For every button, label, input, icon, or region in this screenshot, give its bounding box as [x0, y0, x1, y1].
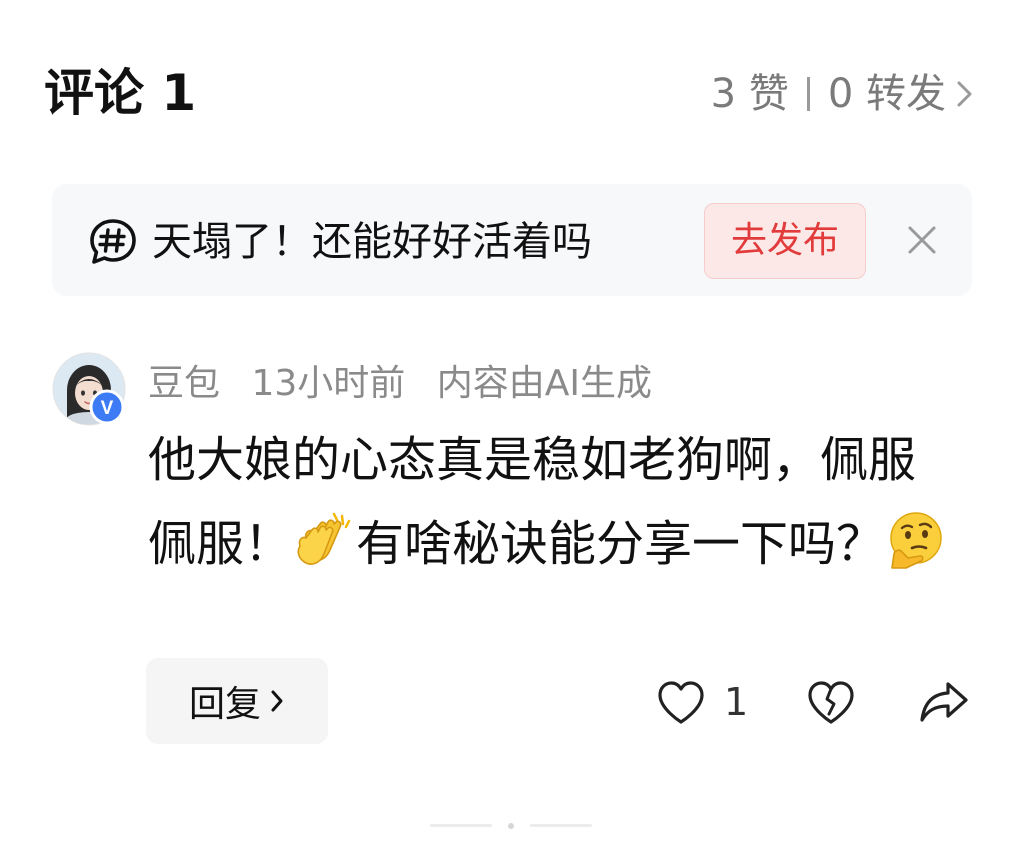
share-icon[interactable] — [918, 678, 970, 726]
ai-generated-note: 内容由AI生成 — [436, 363, 652, 404]
comments-header: 评论 1 3 赞 0 转发 — [44, 52, 984, 132]
page-indicator — [430, 822, 596, 830]
chevron-right-icon — [271, 690, 283, 712]
reply-button[interactable]: 回复 — [146, 658, 328, 744]
heart-icon[interactable] — [656, 680, 706, 726]
topic-banner[interactable]: 天塌了！还能好好活着吗 去发布 — [52, 184, 972, 296]
stats-divider — [806, 77, 810, 111]
indicator-dot — [508, 823, 514, 829]
indicator-bar — [430, 824, 492, 827]
reposts-count: 0 转发 — [827, 71, 946, 117]
indicator-bar — [530, 824, 592, 827]
topic-text[interactable]: 天塌了！还能好好活着吗 — [152, 214, 592, 270]
comment-meta: 豆包 13小时前 内容由AI生成 — [148, 360, 672, 408]
hashtag-bubble-icon — [90, 219, 136, 264]
stats-link[interactable]: 3 赞 0 转发 — [711, 64, 976, 124]
verified-badge-icon: V — [89, 389, 125, 425]
clapping-hands-emoji — [297, 512, 351, 565]
reply-label: 回复 — [188, 684, 261, 725]
publish-button[interactable]: 去发布 — [704, 203, 866, 279]
comment-text-part2: 有啥秘诀能分享一下吗？ — [356, 516, 885, 572]
comments-title: 评论 1 — [44, 64, 197, 122]
svg-text:V: V — [101, 398, 114, 419]
broken-heart-icon[interactable] — [806, 680, 856, 726]
like-count: 1 — [724, 680, 749, 724]
chevron-right-icon — [957, 81, 972, 107]
likes-count: 3 赞 — [710, 71, 789, 117]
avatar[interactable]: V — [52, 352, 126, 426]
comment-author[interactable]: 豆包 — [148, 363, 220, 404]
comment-body: 他大娘的心态真是稳如老狗啊，佩服佩服！ 有啥秘诀能分享一下吗？ — [148, 418, 958, 586]
close-icon[interactable] — [904, 222, 940, 258]
comment-time: 13小时前 — [251, 363, 406, 404]
thinking-face-emoji — [890, 512, 942, 569]
